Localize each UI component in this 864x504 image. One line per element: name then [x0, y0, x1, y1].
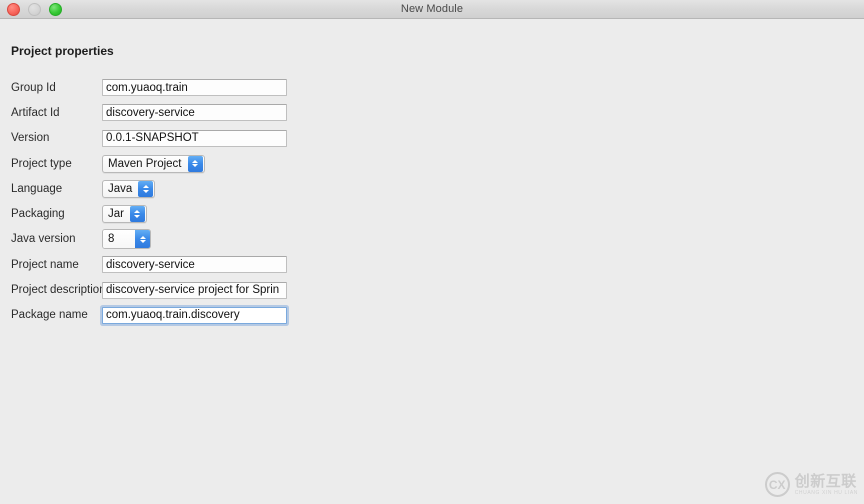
- watermark: CX 创新互联 CHUANG XIN HU LIAN: [764, 472, 858, 497]
- form-row: Packaging Jar: [0, 201, 864, 226]
- window-title: New Module: [400, 3, 464, 15]
- chevron-updown-icon: [138, 180, 154, 197]
- packaging-value: Jar: [108, 208, 124, 221]
- field-label-packaging: Packaging: [11, 208, 65, 221]
- packaging-dropdown[interactable]: Jar: [102, 205, 147, 224]
- form-row: Java version 8: [0, 227, 864, 252]
- field-control-version: [102, 129, 287, 147]
- field-label-project-type: Project type: [11, 157, 72, 170]
- form-row: Project description: [0, 277, 864, 302]
- field-label-project-description: Project description: [11, 284, 106, 297]
- group-id-input[interactable]: [102, 79, 287, 97]
- form-row: Package name: [0, 303, 864, 328]
- page-title: Project properties: [11, 44, 114, 58]
- window-titlebar: New Module: [0, 0, 864, 19]
- project-type-dropdown[interactable]: Maven Project: [102, 154, 205, 173]
- field-label-group-id: Group Id: [11, 81, 56, 94]
- form-row: Language Java: [0, 176, 864, 201]
- language-value: Java: [108, 182, 133, 195]
- field-label-language: Language: [11, 182, 63, 195]
- project-type-value: Maven Project: [108, 157, 182, 170]
- form-row: Artifact Id: [0, 100, 864, 125]
- project-description-input[interactable]: [102, 281, 287, 299]
- field-control-package-name: [102, 306, 287, 324]
- field-control-artifact-id: [102, 104, 287, 122]
- field-label-package-name: Package name: [11, 309, 88, 322]
- language-dropdown[interactable]: Java: [102, 179, 156, 198]
- form-row: Project type Maven Project: [0, 151, 864, 176]
- field-control-project-name: [102, 256, 287, 274]
- chevron-updown-icon: [187, 155, 203, 172]
- field-label-artifact-id: Artifact Id: [11, 106, 60, 119]
- field-label-project-name: Project name: [11, 258, 79, 271]
- field-control-java-version: 8: [102, 229, 151, 250]
- field-control-packaging: Jar: [102, 205, 147, 224]
- new-module-window: New Module Project properties Group Id A…: [0, 0, 864, 504]
- form-row: Group Id: [0, 75, 864, 100]
- watermark-logo-icon: CX: [764, 472, 790, 497]
- field-label-java-version: Java version: [11, 233, 76, 246]
- java-version-value: 8: [103, 230, 135, 249]
- form-row: Version: [0, 126, 864, 151]
- field-control-project-type: Maven Project: [102, 154, 205, 173]
- field-control-project-description: [102, 281, 287, 299]
- form-row: Project name: [0, 252, 864, 277]
- package-name-input[interactable]: [102, 306, 287, 324]
- artifact-id-input[interactable]: [102, 104, 287, 122]
- chevron-updown-icon: [129, 206, 145, 223]
- maximize-button[interactable]: [49, 2, 62, 16]
- window-content: Project properties Group Id Artifact Id …: [0, 19, 864, 504]
- field-label-version: Version: [11, 132, 50, 145]
- chevron-updown-icon[interactable]: [135, 230, 150, 249]
- watermark-text: 创新互联 CHUANG XIN HU LIAN: [795, 474, 858, 496]
- window-controls: [7, 0, 62, 18]
- minimize-button[interactable]: [28, 2, 41, 16]
- watermark-name-pinyin: CHUANG XIN HU LIAN: [794, 489, 858, 496]
- project-properties-form: Group Id Artifact Id Version: [0, 75, 864, 328]
- java-version-stepper[interactable]: 8: [102, 229, 151, 250]
- project-name-input[interactable]: [102, 256, 287, 274]
- version-input[interactable]: [102, 129, 287, 147]
- close-button[interactable]: [7, 2, 20, 16]
- field-control-group-id: [102, 79, 287, 97]
- watermark-name-cn: 创新互联: [794, 472, 857, 490]
- field-control-language: Java: [102, 179, 156, 198]
